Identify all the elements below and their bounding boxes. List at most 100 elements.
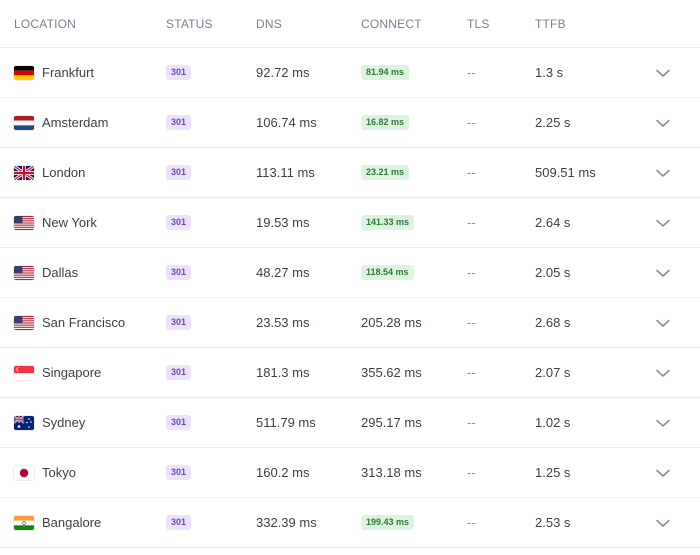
header-dns[interactable]: DNS [256, 17, 282, 31]
connect-fast-badge: 199.43 ms [361, 515, 415, 530]
ttfb-cell: 509.51 ms [535, 148, 596, 197]
dns-cell: 23.53 ms [256, 298, 309, 347]
expand-row-button[interactable] [654, 348, 672, 397]
dns-value: 48.27 ms [256, 265, 310, 280]
dns-value: 181.3 ms [256, 365, 310, 380]
tls-cell: -- [467, 398, 476, 447]
ttfb-value: 2.53 s [535, 515, 571, 530]
expand-row-button[interactable] [654, 98, 672, 147]
status-cell: 301 [166, 348, 192, 397]
tls-cell: -- [467, 98, 476, 147]
expand-row-button[interactable] [654, 148, 672, 197]
table-header: LOCATION STATUS DNS CONNECT TLS TTFB [0, 0, 700, 48]
connect-value: 205.28 ms [361, 315, 422, 330]
header-connect[interactable]: CONNECT [361, 17, 422, 31]
connect-cell: 141.33 ms [361, 198, 415, 247]
table-row[interactable]: London 301 113.11 ms 23.21 ms -- 509.51 … [0, 148, 700, 198]
connect-cell: 205.28 ms [361, 298, 422, 347]
ttfb-value: 509.51 ms [535, 165, 596, 180]
status-cell: 301 [166, 248, 192, 297]
chevron-down-icon [654, 414, 672, 432]
status-badge: 301 [166, 415, 192, 430]
expand-row-button[interactable] [654, 298, 672, 347]
netherlands-flag-icon [14, 115, 34, 130]
status-cell: 301 [166, 298, 192, 347]
header-status[interactable]: STATUS [166, 17, 213, 31]
table-row[interactable]: Bangalore 301 332.39 ms 199.43 ms -- 2.5… [0, 498, 700, 548]
location-cell: New York [14, 198, 97, 247]
table-row[interactable]: Sydney 301 511.79 ms 295.17 ms -- 1.02 s [0, 398, 700, 448]
connect-cell: 81.94 ms [361, 48, 410, 97]
usa-flag-icon [14, 215, 34, 230]
table-row[interactable]: Dallas 301 48.27 ms 118.54 ms -- 2.05 s [0, 248, 700, 298]
chevron-down-icon [654, 314, 672, 332]
dns-cell: 19.53 ms [256, 198, 309, 247]
expand-row-button[interactable] [654, 498, 672, 547]
dns-value: 160.2 ms [256, 465, 310, 480]
expand-row-button[interactable] [654, 398, 672, 447]
expand-row-button[interactable] [654, 448, 672, 497]
expand-row-button[interactable] [654, 48, 672, 97]
tls-cell: -- [467, 348, 476, 397]
status-badge: 301 [166, 365, 192, 380]
status-cell: 301 [166, 448, 192, 497]
status-cell: 301 [166, 198, 192, 247]
expand-row-button[interactable] [654, 198, 672, 247]
tls-value: -- [467, 415, 476, 430]
chevron-down-icon [654, 64, 672, 82]
connect-fast-badge: 16.82 ms [361, 115, 410, 130]
tls-value: -- [467, 365, 476, 380]
dns-cell: 160.2 ms [256, 448, 309, 497]
table-row[interactable]: Singapore 301 181.3 ms 355.62 ms -- 2.07… [0, 348, 700, 398]
connect-fast-badge: 141.33 ms [361, 215, 415, 230]
tls-value: -- [467, 215, 476, 230]
india-flag-icon [14, 515, 34, 530]
dns-value: 511.79 ms [256, 415, 316, 430]
tls-cell: -- [467, 48, 476, 97]
ttfb-value: 2.05 s [535, 265, 571, 280]
connect-value: 295.17 ms [361, 415, 422, 430]
connect-cell: 16.82 ms [361, 98, 410, 147]
japan-flag-icon [14, 465, 34, 480]
chevron-down-icon [654, 514, 672, 532]
dns-value: 332.39 ms [256, 515, 317, 530]
table-row[interactable]: Tokyo 301 160.2 ms 313.18 ms -- 1.25 s [0, 448, 700, 498]
ttfb-value: 2.07 s [535, 365, 571, 380]
table-body: Frankfurt 301 92.72 ms 81.94 ms -- 1.3 s… [0, 48, 700, 548]
location-name: Tokyo [42, 465, 76, 480]
location-cell: Frankfurt [14, 48, 94, 97]
chevron-down-icon [654, 364, 672, 382]
expand-row-button[interactable] [654, 248, 672, 297]
ttfb-cell: 1.25 s [535, 448, 570, 497]
table-row[interactable]: New York 301 19.53 ms 141.33 ms -- 2.64 … [0, 198, 700, 248]
ttfb-cell: 2.64 s [535, 198, 570, 247]
table-row[interactable]: San Francisco 301 23.53 ms 205.28 ms -- … [0, 298, 700, 348]
header-location[interactable]: LOCATION [14, 17, 76, 31]
status-badge: 301 [166, 215, 192, 230]
ttfb-cell: 2.68 s [535, 298, 570, 347]
ttfb-cell: 2.53 s [535, 498, 570, 547]
location-name: Dallas [42, 265, 79, 280]
status-cell: 301 [166, 48, 192, 97]
dns-cell: 181.3 ms [256, 348, 309, 397]
location-name: Singapore [42, 365, 102, 380]
uk-flag-icon [14, 165, 34, 180]
ttfb-value: 1.02 s [535, 415, 571, 430]
table-row[interactable]: Amsterdam 301 106.74 ms 16.82 ms -- 2.25… [0, 98, 700, 148]
header-tls[interactable]: TLS [467, 17, 490, 31]
performance-table: LOCATION STATUS DNS CONNECT TLS TTFB Fra… [0, 0, 700, 548]
table-row[interactable]: Frankfurt 301 92.72 ms 81.94 ms -- 1.3 s [0, 48, 700, 98]
dns-value: 19.53 ms [256, 215, 310, 230]
location-cell: Dallas [14, 248, 78, 297]
connect-cell: 313.18 ms [361, 448, 422, 497]
tls-cell: -- [467, 298, 476, 347]
connect-cell: 355.62 ms [361, 348, 422, 397]
dns-value: 106.74 ms [256, 115, 317, 130]
dns-cell: 511.79 ms [256, 398, 316, 447]
header-ttfb[interactable]: TTFB [535, 17, 566, 31]
tls-cell: -- [467, 248, 476, 297]
chevron-down-icon [654, 464, 672, 482]
status-badge: 301 [166, 515, 192, 530]
tls-value: -- [467, 315, 476, 330]
connect-fast-badge: 23.21 ms [361, 165, 410, 180]
